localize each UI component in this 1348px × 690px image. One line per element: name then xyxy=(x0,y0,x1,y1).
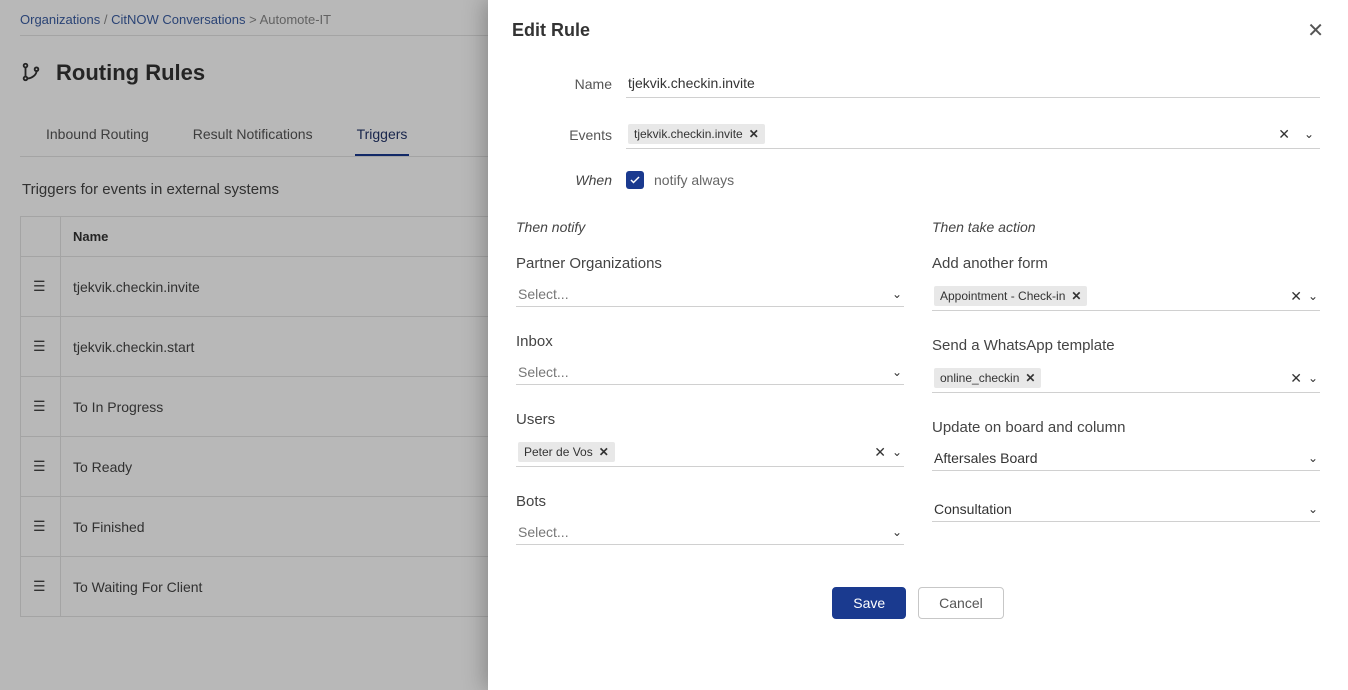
whatsapp-select[interactable]: online_checkin ✕ ✕ ⌄ xyxy=(932,364,1320,393)
form-tag-label: Appointment - Check-in xyxy=(940,289,1065,303)
label-events: Events xyxy=(516,127,626,143)
bots-select[interactable]: Select... ⌄ xyxy=(516,520,904,545)
form-clear-icon[interactable]: ✕ xyxy=(1284,288,1308,305)
chevron-down-icon: ⌄ xyxy=(1308,502,1318,516)
board-select[interactable]: Aftersales Board ⌄ xyxy=(932,446,1320,471)
inbox-label: Inbox xyxy=(516,333,904,350)
user-tag-remove-icon[interactable]: ✕ xyxy=(599,445,609,459)
chevron-down-icon: ⌄ xyxy=(892,525,902,539)
partner-orgs-label: Partner Organizations xyxy=(516,255,904,272)
inbox-select[interactable]: Select... ⌄ xyxy=(516,360,904,385)
cancel-button[interactable]: Cancel xyxy=(918,587,1004,619)
save-button[interactable]: Save xyxy=(832,587,906,619)
whatsapp-tag-label: online_checkin xyxy=(940,371,1019,385)
inbox-placeholder: Select... xyxy=(518,364,892,380)
users-select[interactable]: Peter de Vos ✕ ✕ ⌄ xyxy=(516,438,904,467)
bots-placeholder: Select... xyxy=(518,524,892,540)
column-select[interactable]: Consultation ⌄ xyxy=(932,497,1320,522)
partner-orgs-select[interactable]: Select... ⌄ xyxy=(516,282,904,307)
chevron-down-icon: ⌄ xyxy=(1308,289,1318,303)
then-notify-title: Then notify xyxy=(516,219,904,235)
then-notify-column: Then notify Partner Organizations Select… xyxy=(516,219,904,571)
add-form-label: Add another form xyxy=(932,255,1320,272)
events-clear-icon[interactable]: ✕ xyxy=(1274,126,1294,143)
events-field[interactable]: tjekvik.checkin.invite ✕ ✕ ⌄ xyxy=(626,120,1320,149)
then-action-title: Then take action xyxy=(932,219,1320,235)
name-input[interactable] xyxy=(626,69,1320,98)
panel-title: Edit Rule xyxy=(512,20,590,41)
event-tag-remove-icon[interactable]: ✕ xyxy=(749,127,759,141)
bots-label: Bots xyxy=(516,493,904,510)
add-form-select[interactable]: Appointment - Check-in ✕ ✕ ⌄ xyxy=(932,282,1320,311)
users-label: Users xyxy=(516,411,904,428)
update-board-label: Update on board and column xyxy=(932,419,1320,436)
then-action-column: Then take action Add another form Appoin… xyxy=(932,219,1320,548)
board-value: Aftersales Board xyxy=(934,450,1308,466)
notify-always-checkbox[interactable] xyxy=(626,171,644,189)
chevron-down-icon: ⌄ xyxy=(892,445,902,459)
whatsapp-tag-remove-icon[interactable]: ✕ xyxy=(1025,371,1035,385)
form-tag-remove-icon[interactable]: ✕ xyxy=(1071,289,1081,303)
users-clear-icon[interactable]: ✕ xyxy=(868,444,892,461)
user-tag[interactable]: Peter de Vos ✕ xyxy=(518,442,615,462)
notify-always-label: notify always xyxy=(654,172,734,188)
column-value: Consultation xyxy=(934,501,1308,517)
form-tag[interactable]: Appointment - Check-in ✕ xyxy=(934,286,1087,306)
chevron-down-icon: ⌄ xyxy=(1308,371,1318,385)
label-name: Name xyxy=(516,76,626,92)
label-when: When xyxy=(516,172,626,188)
chevron-down-icon: ⌄ xyxy=(1308,451,1318,465)
chevron-down-icon: ⌄ xyxy=(892,365,902,379)
whatsapp-clear-icon[interactable]: ✕ xyxy=(1284,370,1308,387)
event-tag-label: tjekvik.checkin.invite xyxy=(634,127,743,141)
event-tag[interactable]: tjekvik.checkin.invite ✕ xyxy=(628,124,765,144)
close-icon[interactable]: ✕ xyxy=(1307,18,1324,43)
edit-rule-panel: Edit Rule ✕ Name Events tjekvik.checkin.… xyxy=(488,0,1348,690)
partner-orgs-placeholder: Select... xyxy=(518,286,892,302)
user-tag-label: Peter de Vos xyxy=(524,445,593,459)
events-caret-icon[interactable]: ⌄ xyxy=(1300,127,1318,141)
whatsapp-label: Send a WhatsApp template xyxy=(932,337,1320,354)
whatsapp-tag[interactable]: online_checkin ✕ xyxy=(934,368,1041,388)
chevron-down-icon: ⌄ xyxy=(892,287,902,301)
